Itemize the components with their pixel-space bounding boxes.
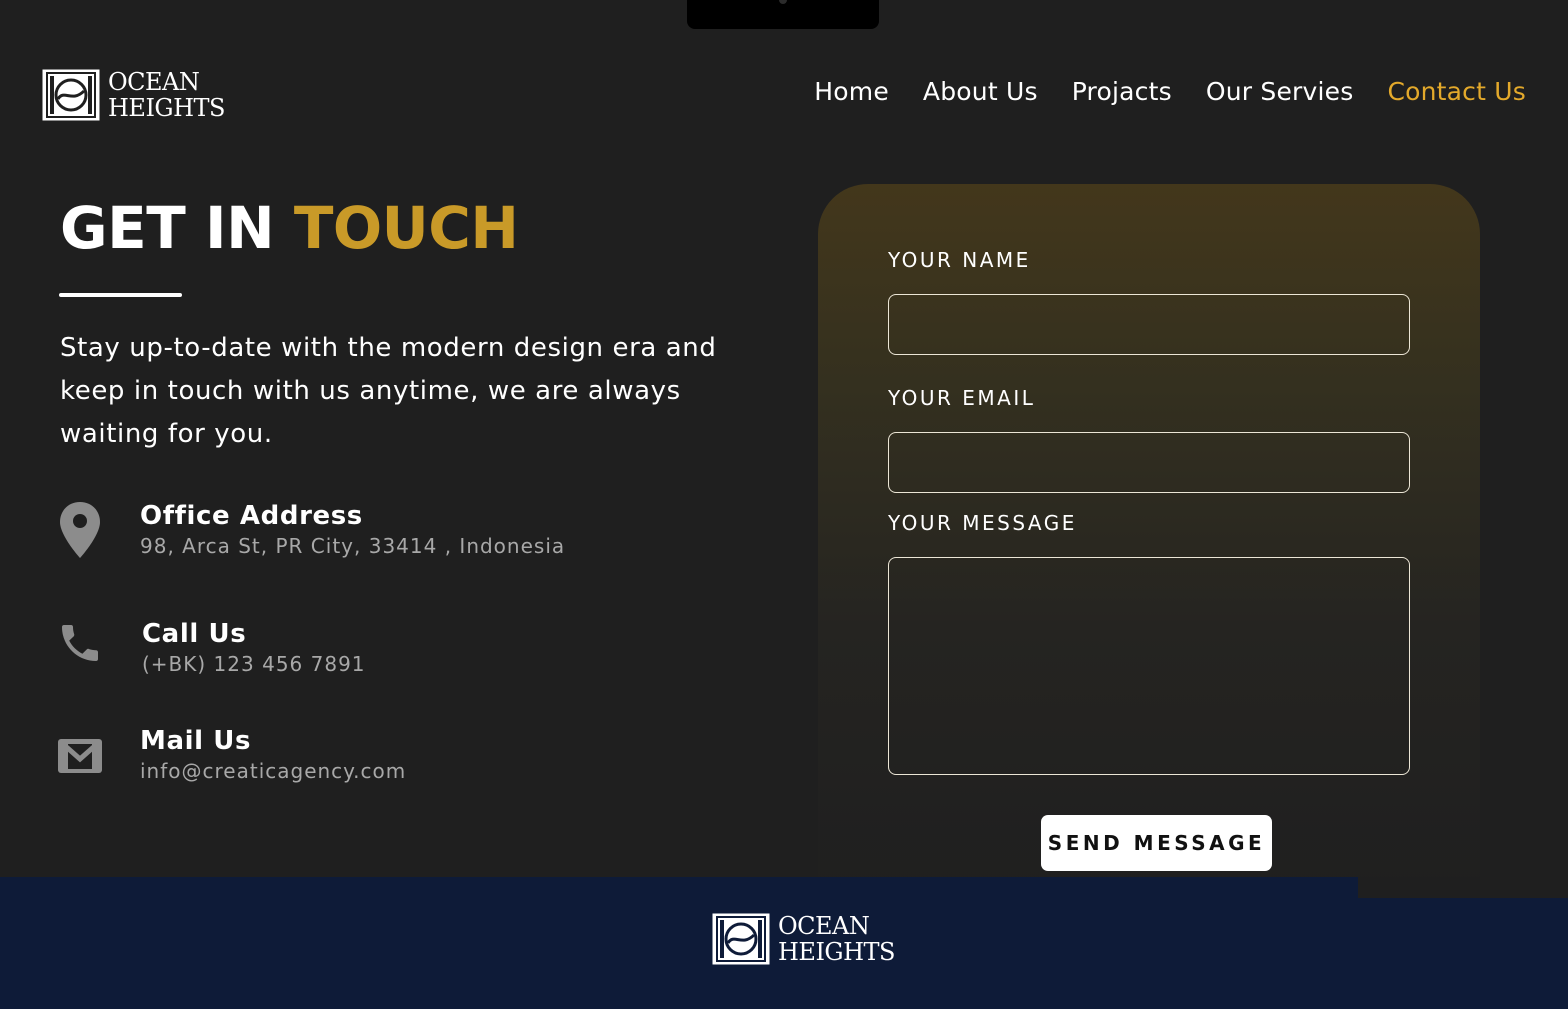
footer-logo-line-1: OCEAN (778, 912, 870, 940)
footer-logo-mark-icon (712, 913, 770, 965)
nav-about-us[interactable]: About Us (923, 74, 1038, 110)
email-label: YOUR EMAIL (888, 386, 1036, 410)
call-us-title: Call Us (142, 619, 247, 649)
name-input[interactable] (888, 294, 1410, 355)
office-address-block: Office Address 98, Arca St, PR City, 334… (56, 500, 565, 560)
camera-dot (779, 0, 787, 4)
footer-logo-wordmark: OCEAN HEIGHTS (778, 913, 895, 965)
call-us-value[interactable]: (+BK) 123 456 7891 (142, 650, 366, 678)
name-label: YOUR NAME (888, 248, 1031, 272)
nav-services[interactable]: Our Servies (1206, 74, 1354, 110)
logo-mark-icon (42, 69, 100, 121)
email-input[interactable] (888, 432, 1410, 493)
message-textarea[interactable] (888, 557, 1410, 775)
logo-line-1: OCEAN (108, 68, 200, 96)
page-title: GET IN TOUCH (60, 192, 519, 264)
contact-form-card: YOUR NAME YOUR EMAIL YOUR MESSAGE SEND M… (818, 184, 1480, 898)
office-address-title: Office Address (140, 501, 363, 531)
nav-projects[interactable]: Projacts (1072, 74, 1172, 110)
message-label: YOUR MESSAGE (888, 511, 1077, 535)
header-logo[interactable]: OCEAN HEIGHTS (42, 69, 225, 121)
title-part-1: GET IN (60, 194, 275, 262)
mail-icon[interactable] (56, 725, 104, 785)
nav-home[interactable]: Home (814, 74, 889, 110)
footer-logo[interactable]: OCEAN HEIGHTS (712, 913, 895, 965)
send-message-button[interactable]: SEND MESSAGE (1041, 815, 1272, 871)
logo-wordmark: OCEAN HEIGHTS (108, 69, 225, 121)
office-address-value: 98, Arca St, PR City, 33414 , Indonesia (140, 534, 566, 558)
phone-icon[interactable] (56, 618, 104, 678)
call-us-block: Call Us (+BK) 123 456 7891 (56, 618, 366, 678)
title-underline (59, 293, 182, 297)
footer-logo-line-2: HEIGHTS (778, 938, 895, 966)
nav-contact-us[interactable]: Contact Us (1387, 74, 1526, 110)
footer-step (1358, 877, 1568, 898)
location-pin-icon (56, 500, 104, 560)
title-part-2: TOUCH (293, 194, 519, 262)
intro-text: Stay up-to-date with the modern design e… (60, 333, 717, 449)
device-notch (687, 0, 879, 29)
mail-us-value[interactable]: info@creaticagency.com (140, 757, 406, 785)
logo-line-2: HEIGHTS (108, 94, 225, 122)
mail-us-title: Mail Us (140, 726, 252, 756)
mail-us-block: Mail Us info@creaticagency.com (56, 725, 406, 785)
main-nav: Home About Us Projacts Our Servies Conta… (814, 74, 1526, 110)
